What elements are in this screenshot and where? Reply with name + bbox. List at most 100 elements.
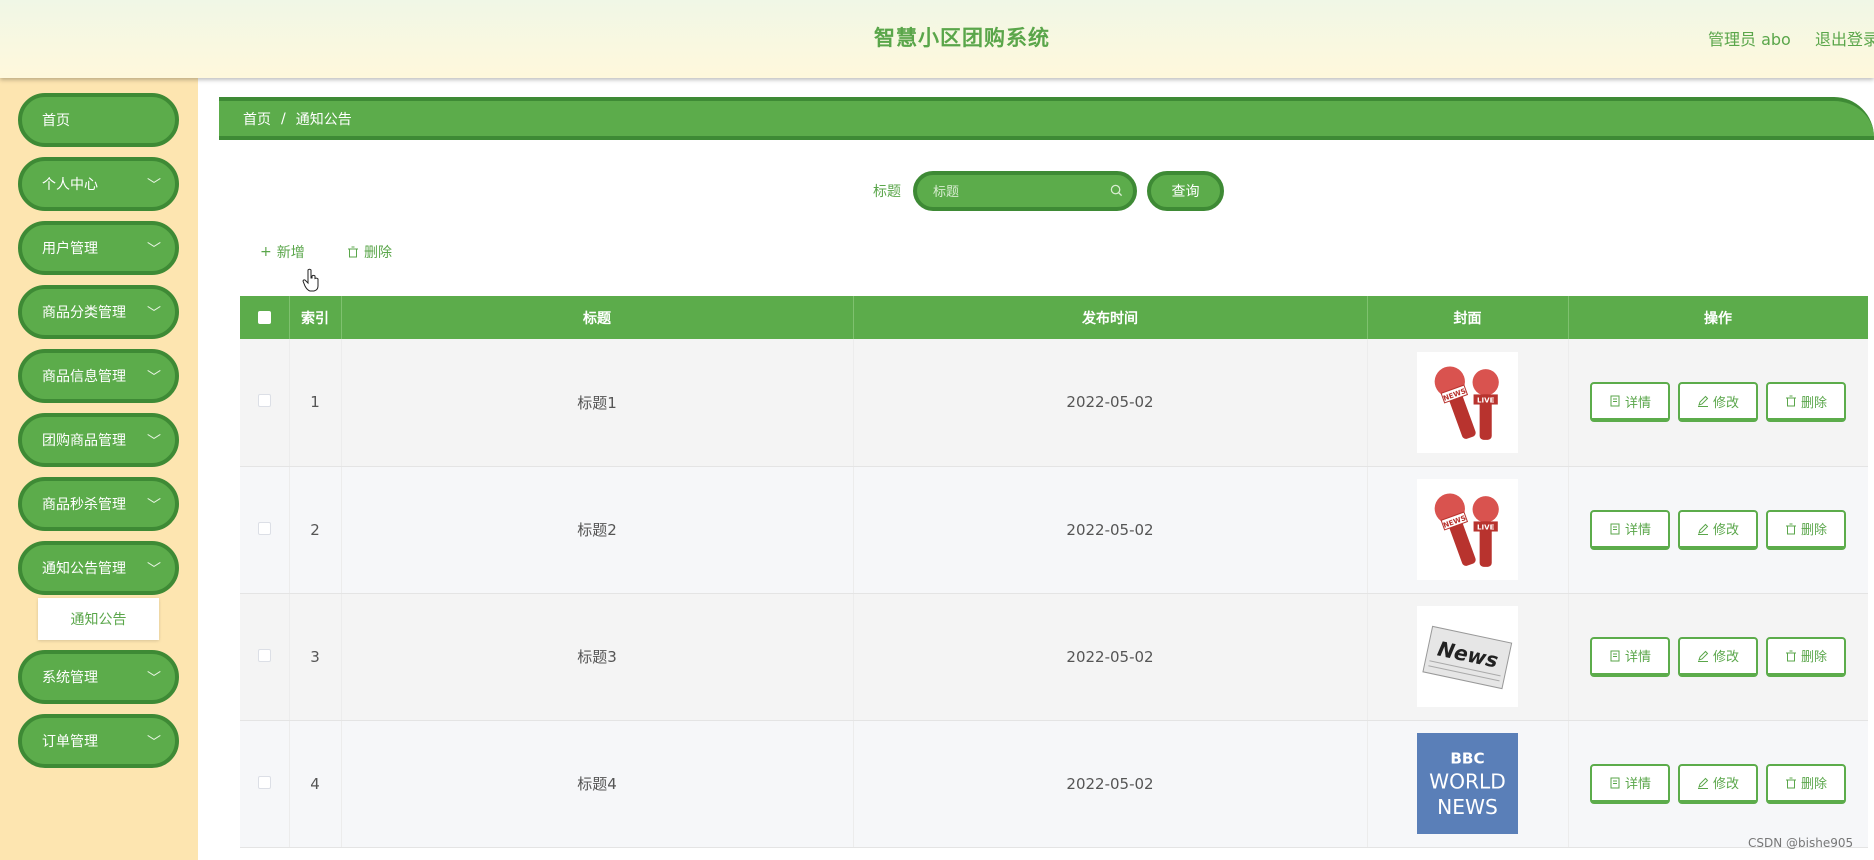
sidebar-subitem-notice[interactable]: 通知公告 [38, 598, 159, 640]
delete-button[interactable]: 删除 [1766, 382, 1846, 423]
hand-cursor-icon [302, 268, 319, 292]
pencil-icon [1697, 523, 1709, 535]
document-icon [1610, 650, 1620, 661]
document-icon [1610, 395, 1620, 407]
actions-cell: 详情 修改 删除 [1568, 720, 1868, 848]
chevron-down-icon: ﹀ [147, 242, 161, 258]
document-icon [1610, 523, 1620, 534]
chevron-down-icon: ﹀ [147, 306, 161, 322]
delete-button[interactable]: 删除 [1766, 509, 1846, 550]
delete-button[interactable]: 删除 [1766, 763, 1846, 804]
delete-label: 删除 [1800, 395, 1827, 411]
pencil-icon [1697, 396, 1709, 408]
sidebar-item-label: 订单管理 [42, 734, 98, 750]
edit-button[interactable]: 修改 [1678, 382, 1758, 423]
select-all-checkbox[interactable] [257, 311, 271, 324]
column-header-cover: 封面 [1367, 296, 1569, 339]
detail-label: 详情 [1624, 523, 1651, 538]
cover-cell: News [1367, 593, 1569, 721]
document-icon [1610, 777, 1620, 788]
delete-label: 删除 [1800, 777, 1827, 792]
sidebar-item-flash-sale-management[interactable]: 商品秒杀管理 ﹀ [18, 477, 179, 531]
add-button[interactable]: + 新增 [260, 242, 305, 262]
column-header-publish-time: 发布时间 [853, 296, 1368, 339]
news-microphone-icon: NEWS LIVE [1417, 479, 1518, 580]
sidebar-item-personal-center[interactable]: 个人中心 ﹀ [18, 157, 179, 211]
breadcrumb-separator: / [281, 110, 286, 127]
sidebar-item-label: 系统管理 [42, 670, 98, 686]
title-cell: 标题3 [341, 593, 854, 721]
admin-user-label: 管理员 abo [1708, 30, 1791, 49]
detail-button[interactable]: 详情 [1590, 509, 1670, 550]
sidebar-item-product-info-management[interactable]: 商品信息管理 ﹀ [18, 349, 179, 403]
logout-link[interactable]: 退出登录 [1815, 26, 1874, 50]
actions-cell: 详情 修改 删除 [1568, 339, 1868, 467]
breadcrumb-home[interactable]: 首页 [243, 109, 271, 129]
table-row: 2 标题2 2022-05-02 NEWS LIVE 详情 修改 删除 [240, 466, 1868, 594]
watermark: CSDN @bishe905 [1748, 836, 1854, 850]
title-cell: 标题4 [341, 720, 854, 848]
sidebar-item-label: 商品信息管理 [42, 369, 126, 385]
cover-cell: BBC WORLD NEWS [1367, 720, 1569, 848]
search-input[interactable] [933, 181, 1103, 203]
sidebar: 首页 个人中心 ﹀ 用户管理 ﹀ 商品分类管理 ﹀ 商品信息管理 ﹀ 团购商品管… [0, 78, 198, 860]
bbc-world-news-logo: BBC WORLD NEWS [1417, 733, 1518, 834]
edit-label: 修改 [1712, 523, 1739, 538]
sidebar-item-notice-management[interactable]: 通知公告管理 ﹀ [18, 541, 179, 595]
query-button[interactable]: 查询 [1147, 171, 1224, 211]
publish-time-cell: 2022-05-02 [853, 720, 1368, 848]
search-box [913, 171, 1137, 211]
sidebar-item-category-management[interactable]: 商品分类管理 ﹀ [18, 285, 179, 339]
sidebar-item-label: 商品分类管理 [42, 305, 126, 321]
detail-button[interactable]: 详情 [1590, 636, 1670, 677]
chevron-down-icon: ﹀ [147, 671, 161, 687]
edit-button[interactable]: 修改 [1678, 509, 1758, 550]
actions-cell: 详情 修改 删除 [1568, 593, 1868, 721]
row-select-cell [240, 593, 290, 721]
sidebar-item-label: 商品秒杀管理 [42, 497, 126, 513]
pencil-icon [1697, 650, 1709, 662]
search-label: 标题 [873, 184, 901, 200]
news-paper-icon: News [1417, 606, 1518, 707]
sidebar-item-group-buy-management[interactable]: 团购商品管理 ﹀ [18, 413, 179, 467]
row-select-cell [240, 720, 290, 848]
delete-label: 删除 [1800, 523, 1827, 538]
plus-icon: + [260, 244, 272, 260]
detail-button[interactable]: 详情 [1590, 763, 1670, 804]
trash-icon [1785, 650, 1796, 661]
sidebar-item-order-management[interactable]: 订单管理 ﹀ [18, 714, 179, 768]
chevron-down-icon: ﹀ [147, 370, 161, 386]
row-checkbox[interactable] [257, 394, 271, 408]
row-checkbox[interactable] [257, 648, 271, 662]
chevron-down-icon: ﹀ [147, 434, 161, 450]
index-cell: 1 [289, 339, 342, 467]
edit-button[interactable]: 修改 [1678, 636, 1758, 677]
sidebar-item-user-management[interactable]: 用户管理 ﹀ [18, 221, 179, 275]
detail-button[interactable]: 详情 [1590, 382, 1670, 423]
row-checkbox[interactable] [257, 521, 271, 535]
edit-button[interactable]: 修改 [1678, 763, 1758, 804]
sidebar-item-home[interactable]: 首页 [18, 93, 179, 147]
svg-text:WORLD: WORLD [1429, 770, 1506, 794]
sidebar-item-label: 用户管理 [42, 241, 98, 257]
title-cell: 标题1 [341, 339, 854, 467]
add-button-label: 新增 [276, 245, 305, 261]
sidebar-item-label: 团购商品管理 [42, 433, 126, 449]
sidebar-item-label: 通知公告管理 [42, 561, 126, 577]
notice-table: 索引 标题 发布时间 封面 操作 1 标题1 2022-05-02 NEWS L… [240, 296, 1868, 860]
top-header: 智慧小区团购系统 管理员 abo 退出登录 [0, 0, 1874, 78]
row-select-cell [240, 466, 290, 594]
trash-icon [1785, 777, 1796, 788]
sidebar-item-system-management[interactable]: 系统管理 ﹀ [18, 650, 179, 704]
delete-button[interactable]: 删除 [1766, 636, 1846, 677]
svg-text:BBC: BBC [1450, 749, 1484, 767]
table-row: 3 标题3 2022-05-02 News 详情 修改 删除 [240, 593, 1868, 721]
batch-delete-button[interactable]: 删除 [347, 242, 392, 262]
breadcrumb-current: 通知公告 [295, 111, 352, 128]
row-checkbox[interactable] [257, 775, 271, 789]
sidebar-item-label: 首页 [42, 113, 70, 129]
trash-icon [1785, 395, 1796, 407]
news-microphone-icon: NEWS LIVE [1417, 351, 1518, 453]
svg-text:LIVE: LIVE [1477, 523, 1495, 532]
delete-label: 删除 [1800, 650, 1827, 665]
